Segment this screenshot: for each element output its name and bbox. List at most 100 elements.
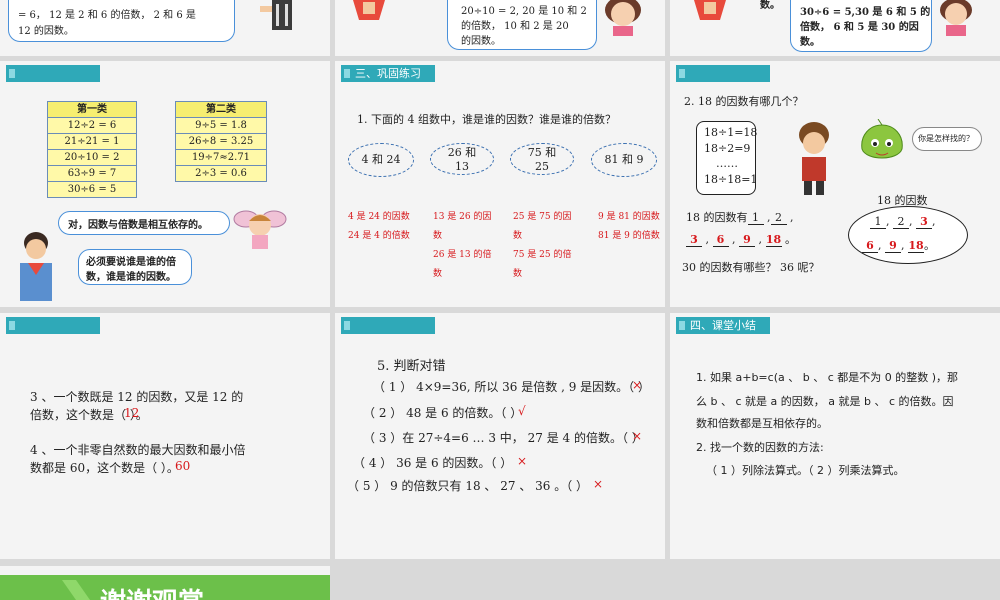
factors-line: 3 , 6 , 9 , 18 。 xyxy=(686,231,796,247)
bubble-text-line: 30÷6 = 5,30 是 6 和 5 的 xyxy=(800,7,931,18)
summary-line: 么 b 、 c 就是 a 的因数， a 就是 b 、 c 的倍数。因 xyxy=(696,395,954,408)
table-header: 第一类 xyxy=(48,102,136,118)
answer-text: 60 xyxy=(175,459,191,473)
student-avatar xyxy=(260,0,292,30)
question-title: 5. 判断对错 xyxy=(377,359,446,374)
slide-thanks[interactable]: 谢谢观赏 xyxy=(0,566,330,600)
question-line: 数都是 60，这个数是（ ）。 xyxy=(30,461,179,475)
section-tag: 四、课堂小结 xyxy=(676,317,770,334)
number-pair-oval: 4 和 24 xyxy=(348,143,414,177)
answer-text: 24 是 4 的倍数 xyxy=(348,231,410,241)
answer-text: 81 是 9 的倍数 xyxy=(598,231,660,241)
question-text: 30 的因数有哪些？ 36 呢？ xyxy=(682,261,820,274)
table-row: 12÷2 = 6 xyxy=(48,118,136,134)
table-row: 63÷9 = 7 xyxy=(48,166,136,182)
number-pair-oval: 26 和 13 xyxy=(430,143,494,175)
answer-text: 25 是 75 的因 xyxy=(513,212,572,222)
factor-value: 18 xyxy=(908,239,924,253)
bubble-text-line: 20÷10 = 2, 20 是 10 和 2 xyxy=(461,6,587,17)
factor-value: 2 xyxy=(770,211,787,225)
bubble-text-line: 的因数。 xyxy=(461,36,501,47)
bubble-text-line: 数，谁是谁的因数。 xyxy=(86,272,176,283)
division-line: 18÷18=1 xyxy=(704,173,758,186)
answer-text: 数 xyxy=(433,269,443,279)
table-row: 2÷3 = 0.6 xyxy=(195,168,247,179)
judge-mark: × xyxy=(632,429,643,443)
judge-item: （ 2 ） 48 是 6 的倍数。（ ） xyxy=(363,406,523,420)
question-line: 3 、一个数既是 12 的因数，又是 12 的 xyxy=(30,390,244,404)
summary-line: 1. 如果 a+b=c(a 、 b 、 c 都是不为 0 的整数 )，那 xyxy=(696,371,959,384)
factor-value: 9 xyxy=(739,233,755,247)
section-tag xyxy=(341,317,435,334)
student-avatar xyxy=(353,0,385,20)
oval-row: 6, 9, 18。 xyxy=(862,237,935,253)
thanks-stripe xyxy=(0,566,330,575)
judge-item: （ 5 ） 9 的倍数只有 18 、 27 、 36 。（ ） xyxy=(347,479,589,493)
student-avatar xyxy=(20,232,52,301)
table-header: 第二类 xyxy=(176,102,266,118)
bubble-text-line: 数。 xyxy=(800,37,820,48)
question-line: 4 、一个非零自然数的最大因数和最小倍 xyxy=(30,443,246,457)
judge-mark: × xyxy=(593,477,604,491)
answer-text: 12 xyxy=(124,406,140,420)
factor-value: 1 xyxy=(870,215,886,229)
section-tag xyxy=(6,317,100,334)
table-row: 21÷21 = 1 xyxy=(48,134,136,150)
slide-top-left[interactable]: = 6， 12 是 2 和 6 的倍数， 2 和 6 是 12 的因数。 xyxy=(0,0,330,56)
factor-value: 18 xyxy=(765,233,782,247)
slide-exercise-1[interactable]: 三、巩固练习 1. 下面的 4 组数中，谁是谁的因数？谁是谁的倍数？ 4 和 2… xyxy=(335,61,665,307)
factor-value: 6 xyxy=(862,239,878,253)
girl-avatar xyxy=(605,0,641,36)
slide-fill-blank[interactable]: 3 、一个数既是 12 的因数，又是 12 的 倍数，这个数是（ ）。 12 4… xyxy=(0,313,330,559)
table-category-1: 第一类 12÷2 = 6 21÷21 = 1 20÷10 = 2 63÷9 = … xyxy=(47,101,137,198)
question-text: 2. 18 的因数有哪几个？ xyxy=(684,95,804,108)
answer-text: 数 xyxy=(433,231,443,241)
table-row: 26÷8 = 3.25 xyxy=(176,134,266,150)
angel-avatar xyxy=(233,210,287,249)
number-pair-oval: 81 和 9 xyxy=(591,143,657,177)
bubble-text-line: 倍数， 6 和 5 是 30 的因 xyxy=(800,22,919,33)
slide-factors-18[interactable]: 2. 18 的因数有哪几个？ 18÷1=18 18÷2=9 …… 18÷18=1… xyxy=(670,61,1000,307)
factor-value: 1 xyxy=(747,211,764,225)
slide-summary[interactable]: 四、课堂小结 1. 如果 a+b=c(a 、 b 、 c 都是不为 0 的整数 … xyxy=(670,313,1000,559)
factor-value: 9 xyxy=(885,239,901,253)
section-tag xyxy=(676,65,770,82)
bubble-text: 对，因数与倍数是相互依存的。 xyxy=(68,220,208,231)
factors-prefix: 18 的因数有 xyxy=(686,211,748,224)
slide-top-right[interactable]: 数。 30÷6 = 5,30 是 6 和 5 的 倍数， 6 和 5 是 30 … xyxy=(670,0,1000,56)
judge-mark: × xyxy=(632,378,643,392)
division-line: …… xyxy=(716,157,738,170)
summary-line: 2. 找一个数的因数的方法: xyxy=(696,441,824,454)
table-row: 30÷6 = 5 xyxy=(67,184,117,195)
table-category-2: 第二类 9÷5 = 1.8 26÷8 = 3.25 19÷7≈2.71 2÷3 … xyxy=(175,101,267,182)
slide-true-false[interactable]: 5. 判断对错 （ 1 ） 4×9=36, 所以 36 是倍数 , 9 是因数。… xyxy=(335,313,665,559)
factor-value: 6 xyxy=(712,233,729,247)
table-row: 19÷7≈2.71 xyxy=(176,150,266,166)
text-fragment: 数。 xyxy=(760,0,780,11)
leaf-mascot-icon xyxy=(861,119,903,159)
boy-avatar xyxy=(799,122,829,195)
answer-text: 13 是 26 的因 xyxy=(433,212,492,222)
answer-text: 数 xyxy=(513,231,523,241)
oval-row: 1, 2, 3, xyxy=(870,215,936,229)
answer-text: 75 是 25 的倍 xyxy=(513,250,572,260)
arrow-decoration-icon xyxy=(62,580,90,600)
factor-value: 2 xyxy=(893,215,909,229)
judge-item: （ 1 ） 4×9=36, 所以 36 是倍数 , 9 是因数。（ ） xyxy=(373,380,650,394)
factor-value: 3 xyxy=(686,233,702,247)
answer-text: 9 是 81 的因数 xyxy=(598,212,660,222)
bubble-text: 你是怎样找的？ xyxy=(918,134,974,143)
bubble-text-line: 的倍数， 10 和 2 是 20 xyxy=(461,21,569,32)
factors-line: 18 的因数有 1 ,2 , xyxy=(686,211,794,225)
question-text: 1. 下面的 4 组数中，谁是谁的因数？谁是谁的倍数？ xyxy=(357,113,616,126)
slide-classify-tables[interactable]: 第一类 12÷2 = 6 21÷21 = 1 20÷10 = 2 63÷9 = … xyxy=(0,61,330,307)
answer-text: 数 xyxy=(513,269,523,279)
table-row: 20÷10 = 2 xyxy=(48,150,136,166)
slide-top-middle[interactable]: 20÷10 = 2, 20 是 10 和 2 的倍数， 10 和 2 是 20 … xyxy=(335,0,665,56)
answer-text: 4 是 24 的因数 xyxy=(348,212,410,222)
thanks-text: 谢谢观赏 xyxy=(100,582,204,600)
girl-avatar xyxy=(940,0,972,36)
judge-mark: × xyxy=(517,454,528,468)
student-avatar xyxy=(694,0,726,20)
bubble-text-line: = 6， 12 是 2 和 6 的倍数， 2 和 6 是 xyxy=(18,10,196,21)
